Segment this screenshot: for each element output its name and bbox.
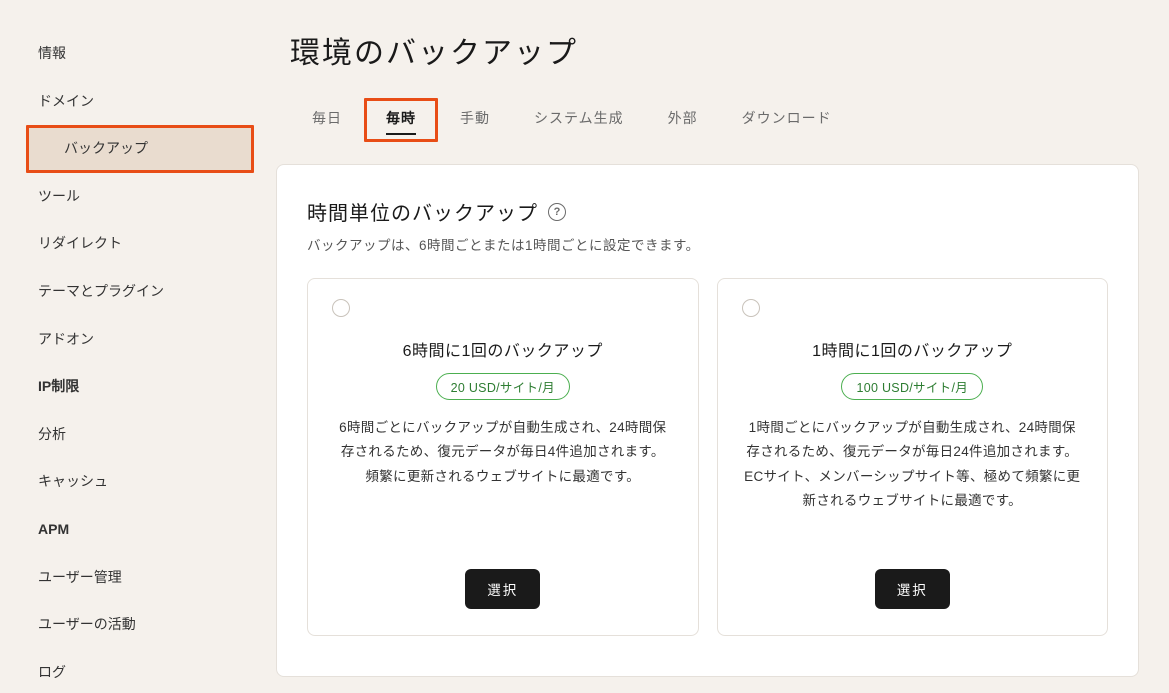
sidebar-item-user-activity[interactable]: ユーザーの活動 [0, 601, 260, 649]
backup-panel: 時間単位のバックアップ ? バックアップは、6時間ごとまたは1時間ごとに設定でき… [276, 164, 1139, 677]
sidebar-item-cache[interactable]: キャッシュ [0, 458, 260, 506]
tab-external[interactable]: 外部 [646, 98, 720, 142]
sidebar-item-redirect[interactable]: リダイレクト [0, 220, 260, 268]
sidebar-item-info[interactable]: 情報 [0, 30, 260, 78]
sidebar-item-user-mgmt[interactable]: ユーザー管理 [0, 554, 260, 602]
select-button-1h[interactable]: 選択 [875, 569, 950, 609]
tab-system[interactable]: システム生成 [512, 98, 646, 142]
sidebar-item-tools[interactable]: ツール [0, 173, 260, 221]
sidebar-item-backup[interactable]: バックアップ [26, 125, 254, 173]
select-button-6h[interactable]: 選択 [465, 569, 540, 609]
help-icon[interactable]: ? [548, 203, 566, 221]
plan-card-6h: 6時間に1回のバックアップ 20 USD/サイト/月 6時間ごとにバックアップが… [307, 278, 699, 636]
tab-hourly[interactable]: 毎時 [364, 98, 438, 142]
sidebar-item-apm[interactable]: APM [0, 506, 260, 554]
sidebar: 情報 ドメイン バックアップ ツール リダイレクト テーマとプラグイン アドオン… [0, 0, 260, 693]
tab-daily[interactable]: 毎日 [290, 98, 364, 142]
tabs: 毎日 毎時 手動 システム生成 外部 ダウンロード [290, 98, 1139, 142]
plan-description: 6時間ごとにバックアップが自動生成され、24時間保存されるため、復元データが毎日… [332, 416, 674, 489]
sidebar-item-addons[interactable]: アドオン [0, 316, 260, 364]
section-subtitle: バックアップは、6時間ごとまたは1時間ごとに設定できます。 [307, 234, 1108, 254]
tab-manual[interactable]: 手動 [438, 98, 512, 142]
plan-price: 20 USD/サイト/月 [436, 373, 570, 400]
sidebar-item-themes-plugins[interactable]: テーマとプラグイン [0, 268, 260, 316]
section-title: 時間単位のバックアップ [307, 197, 538, 226]
sidebar-item-logs[interactable]: ログ [0, 649, 260, 693]
sidebar-item-ip-restrict[interactable]: IP制限 [0, 363, 260, 411]
plan-description: 1時間ごとにバックアップが自動生成され、24時間保存されるため、復元データが毎日… [742, 416, 1084, 529]
sidebar-item-analytics[interactable]: 分析 [0, 411, 260, 459]
plan-radio-1h[interactable] [742, 299, 760, 317]
plan-price: 100 USD/サイト/月 [841, 373, 983, 400]
plan-cards: 6時間に1回のバックアップ 20 USD/サイト/月 6時間ごとにバックアップが… [307, 278, 1108, 636]
section-header: 時間単位のバックアップ ? [307, 197, 1108, 226]
page-title: 環境のバックアップ [290, 28, 1139, 72]
main-content: 環境のバックアップ 毎日 毎時 手動 システム生成 外部 ダウンロード 時間単位… [260, 0, 1169, 693]
tab-download[interactable]: ダウンロード [720, 98, 854, 142]
plan-card-1h: 1時間に1回のバックアップ 100 USD/サイト/月 1時間ごとにバックアップ… [717, 278, 1109, 636]
sidebar-item-domain[interactable]: ドメイン [0, 78, 260, 126]
plan-title: 1時間に1回のバックアップ [742, 337, 1084, 361]
plan-radio-6h[interactable] [332, 299, 350, 317]
plan-title: 6時間に1回のバックアップ [332, 337, 674, 361]
